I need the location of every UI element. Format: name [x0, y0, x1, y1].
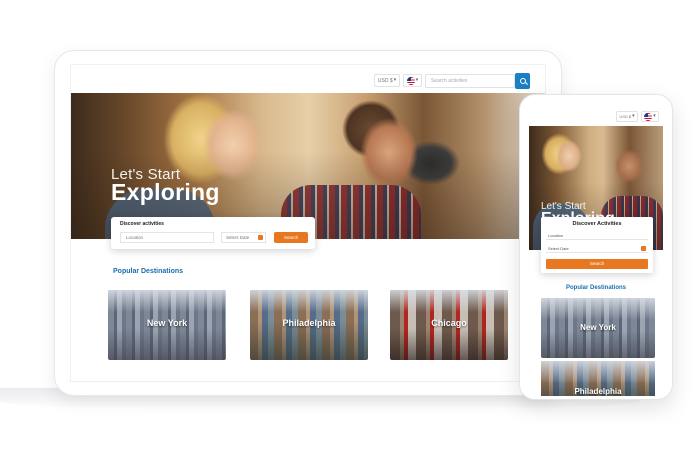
location-placeholder: Location [548, 233, 564, 238]
us-flag-icon [406, 76, 415, 85]
currency-label: USD $ [619, 114, 632, 119]
search-card-title: Discover activities [120, 221, 164, 227]
search-button[interactable] [515, 73, 530, 89]
destination-label: Philadelphia [282, 318, 336, 328]
popular-destinations-heading: Popular Destinations [113, 268, 184, 275]
destination-card-philadelphia[interactable]: Philadelphia [250, 290, 368, 360]
search-placeholder: Search activities [431, 78, 468, 84]
chevron-down-icon: ▾ [393, 77, 397, 83]
location-placeholder: Location [126, 235, 144, 240]
top-bar: USD $ ▾ ▾ Search activities [71, 65, 545, 95]
phone-screen: USD $ ▾ ▾ Let's Start Exploring Discover… [527, 104, 665, 396]
city-photo [108, 290, 226, 312]
currency-label: USD $ [377, 77, 393, 84]
activity-search-card: Discover activities Location Select Date… [111, 217, 315, 249]
calendar-icon [641, 246, 646, 251]
laptop-screen: USD $ ▾ ▾ Search activities Let's Start … [70, 64, 546, 382]
date-field[interactable]: Select Date [546, 244, 648, 253]
destination-card-new-york[interactable]: New York [108, 290, 226, 360]
search-activities-button[interactable]: Search [274, 232, 308, 243]
currency-selector[interactable]: USD $ ▾ [374, 74, 400, 87]
language-selector[interactable]: ▾ [641, 111, 659, 122]
destination-card-philadelphia[interactable]: Philadelphia [541, 361, 655, 396]
destination-label: Philadelphia [574, 387, 622, 396]
device-mockup: USD $ ▾ ▾ Search activities Let's Start … [0, 0, 700, 459]
chevron-down-icon: ▾ [632, 113, 635, 119]
location-field[interactable]: Location [120, 232, 214, 243]
date-placeholder: Select Date [226, 235, 250, 240]
search-activities-button[interactable]: Search [546, 259, 648, 269]
destination-card-chicago[interactable]: Chicago [390, 290, 508, 360]
chevron-down-icon: ▾ [653, 113, 656, 119]
search-icon [519, 78, 526, 84]
destination-label: New York [580, 323, 616, 332]
city-photo [390, 290, 508, 312]
language-selector[interactable]: ▾ [403, 74, 422, 87]
us-flag-icon [644, 112, 653, 121]
city-photo [541, 361, 655, 383]
search-card-title: Discover Activities [572, 221, 622, 227]
calendar-icon [258, 235, 263, 240]
date-field[interactable]: Select Date [221, 232, 266, 243]
location-field[interactable]: Location [546, 231, 648, 240]
city-photo [250, 290, 368, 312]
search-input[interactable]: Search activities [425, 74, 515, 88]
destination-label: New York [146, 318, 188, 328]
popular-destinations-heading: Popular Destinations [565, 285, 626, 291]
date-placeholder: Select Date [548, 246, 569, 251]
destination-label: Chicago [431, 318, 467, 328]
activity-search-card: Discover Activities Location Select Date… [541, 217, 653, 273]
hero-title: Exploring [111, 179, 220, 205]
chevron-down-icon: ▾ [415, 77, 419, 83]
destination-card-new-york[interactable]: New York [541, 298, 655, 358]
city-photo [541, 298, 655, 320]
currency-selector[interactable]: USD $ ▾ [616, 111, 638, 122]
